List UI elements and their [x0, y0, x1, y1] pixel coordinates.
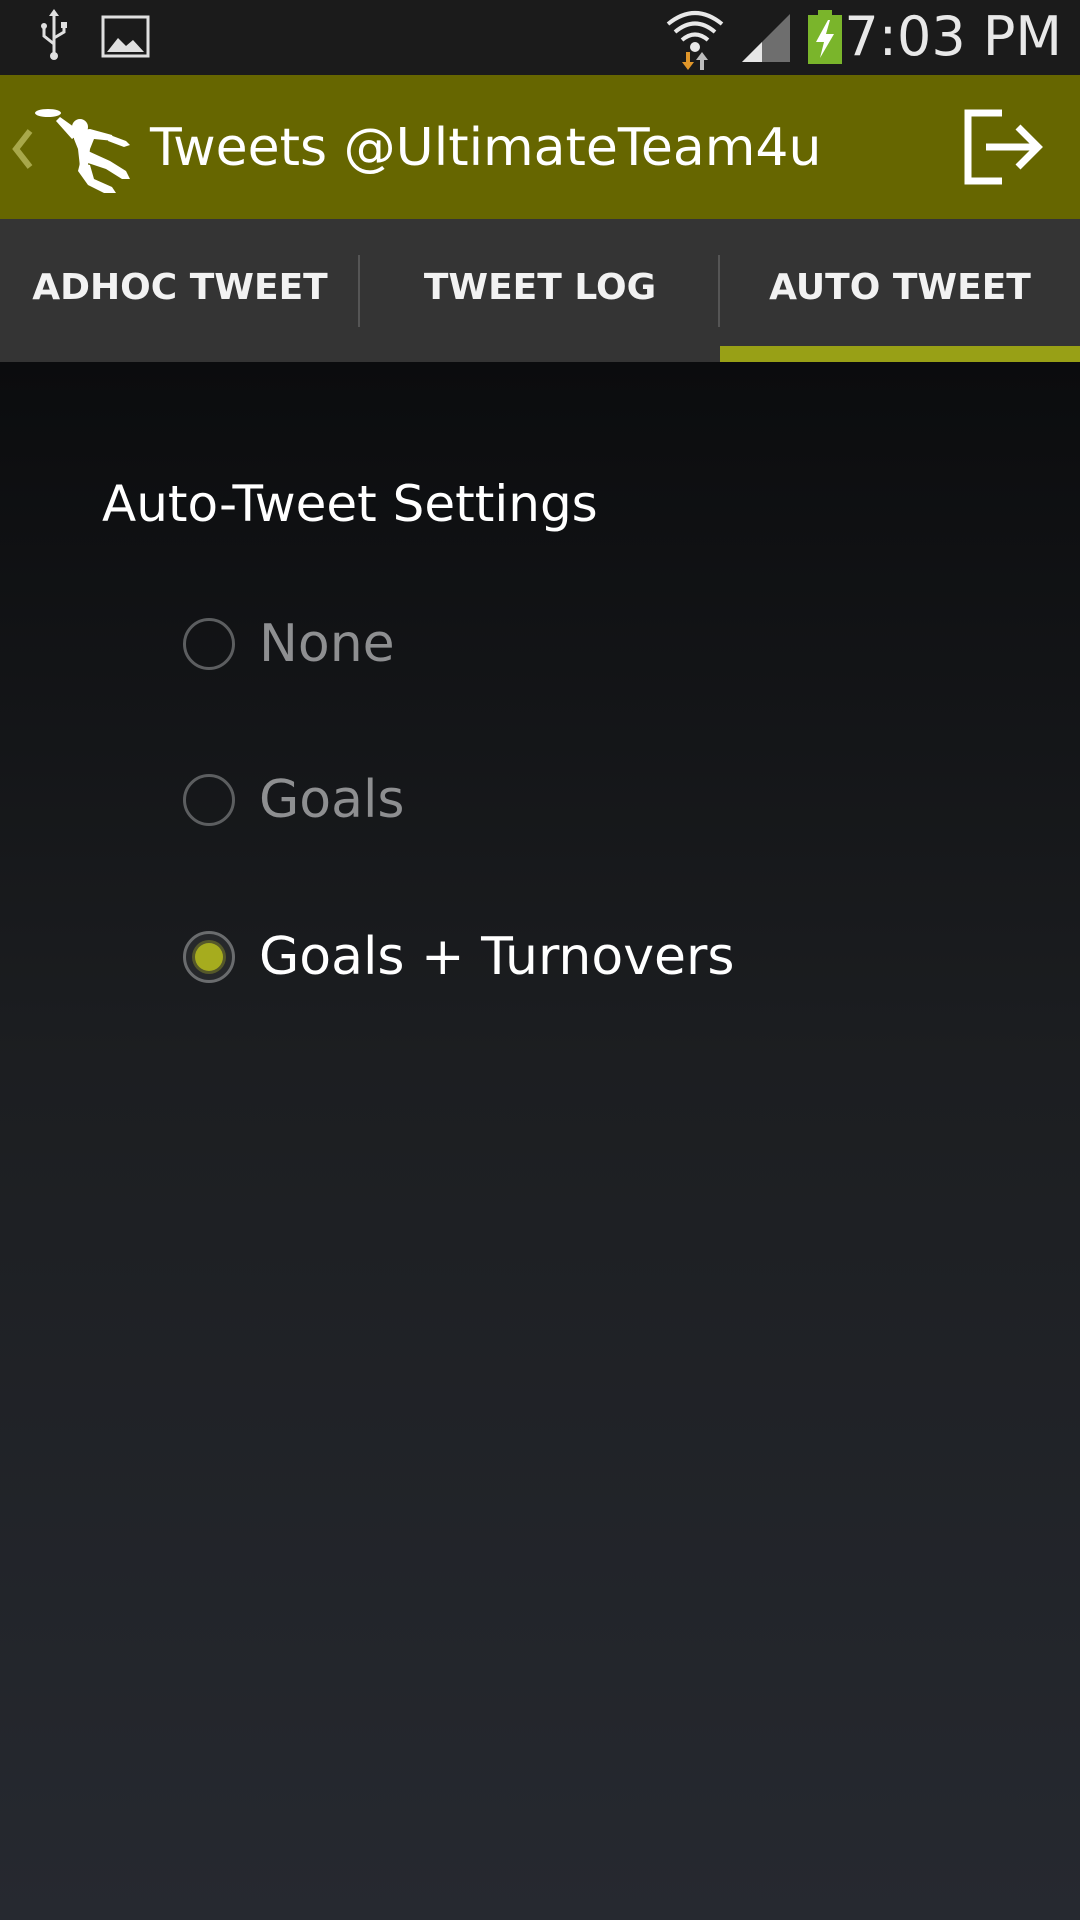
- signal-icon: [742, 14, 790, 62]
- radio-option-goals[interactable]: Goals: [183, 760, 405, 840]
- clock: 7:03 PM: [844, 5, 1062, 68]
- wifi-icon: [666, 11, 724, 70]
- tab-selected-indicator: [720, 346, 1080, 362]
- radio-button-checked[interactable]: [183, 931, 235, 983]
- tab-auto-tweet[interactable]: AUTO TWEET: [720, 219, 1080, 362]
- auto-tweet-settings-panel: Auto-Tweet Settings None Goals Goals + T…: [0, 362, 1080, 1920]
- radio-label: Goals + Turnovers: [259, 927, 735, 987]
- battery-charging-icon: [808, 10, 842, 64]
- radio-button[interactable]: [183, 618, 235, 670]
- tab-label: ADHOC TWEET: [32, 267, 328, 308]
- tab-adhoc-tweet[interactable]: ADHOC TWEET: [0, 219, 360, 362]
- image-icon: [101, 15, 150, 58]
- screen: 7:03 PM Tweets @UltimateTeam4u ADHOC TWE…: [0, 0, 1080, 1920]
- tab-tweet-log[interactable]: TWEET LOG: [360, 219, 720, 362]
- radio-option-none[interactable]: None: [183, 604, 395, 684]
- radio-checked-dot: [195, 943, 223, 971]
- radio-label: Goals: [259, 770, 405, 830]
- chevron-left-icon[interactable]: [10, 127, 34, 171]
- logout-icon[interactable]: [962, 107, 1046, 187]
- status-bar: 7:03 PM: [0, 0, 1080, 75]
- usb-icon: [41, 9, 67, 60]
- radio-label: None: [259, 614, 395, 674]
- settings-title: Auto-Tweet Settings: [102, 475, 598, 533]
- action-bar-title: Tweets @UltimateTeam4u: [150, 118, 822, 178]
- action-bar: Tweets @UltimateTeam4u: [0, 75, 1080, 219]
- tab-bar: ADHOC TWEET TWEET LOG AUTO TWEET: [0, 219, 1080, 362]
- tab-label: AUTO TWEET: [769, 267, 1031, 308]
- radio-option-goals-turnovers[interactable]: Goals + Turnovers: [183, 917, 734, 997]
- tab-label: TWEET LOG: [423, 267, 657, 308]
- radio-button[interactable]: [183, 774, 235, 826]
- frisbee-player-logo[interactable]: [34, 105, 142, 195]
